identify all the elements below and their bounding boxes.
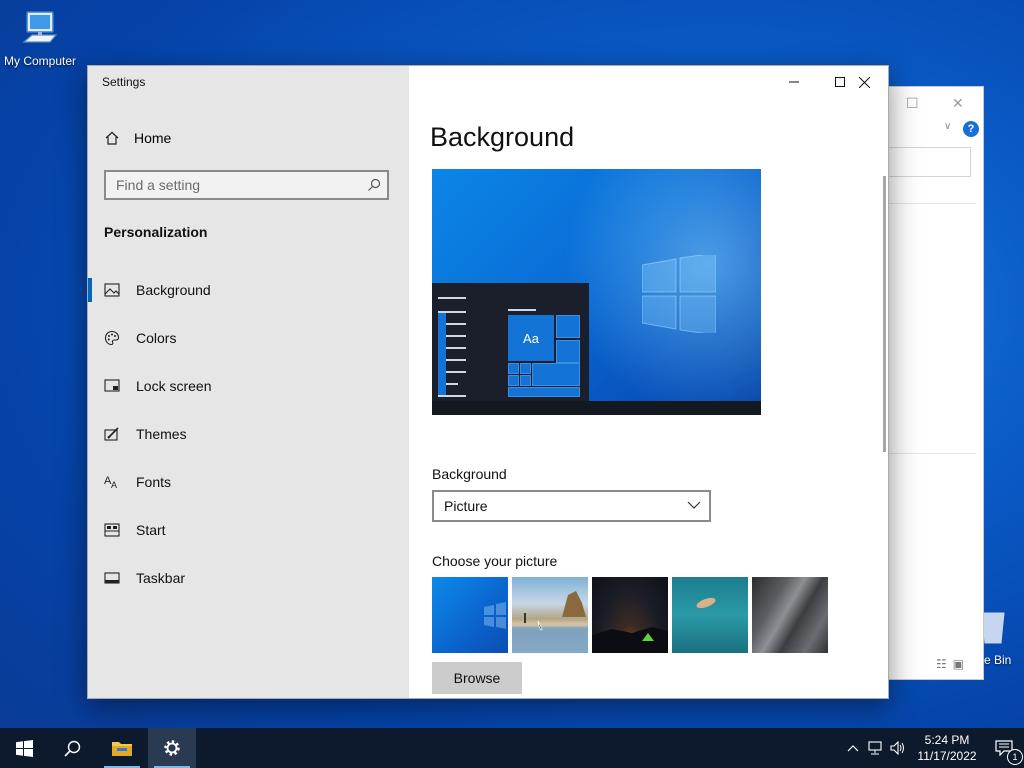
minimize-icon	[789, 81, 799, 83]
chevron-down-icon	[687, 501, 701, 509]
choose-picture-label: Choose your picture	[432, 553, 558, 569]
section-title: Personalization	[104, 224, 208, 240]
palette-icon	[104, 330, 120, 346]
desktop-preview: Aa	[432, 169, 761, 415]
home-label: Home	[134, 130, 172, 146]
fonts-icon: AA	[104, 474, 120, 490]
taskbar-icon	[104, 570, 120, 586]
thumbnail-rock-cliff[interactable]	[752, 577, 828, 653]
system-tray: 5:24 PM 11/17/2022 1	[842, 728, 1024, 768]
clock-time: 5:24 PM	[924, 733, 970, 747]
thumbnail-windows-blue[interactable]	[432, 577, 508, 653]
image-icon	[104, 282, 120, 298]
sidebar-item-themes[interactable]: Themes	[88, 410, 409, 458]
start-menu-preview: Aa	[432, 283, 589, 401]
sidebar-item-colors[interactable]: Colors	[88, 314, 409, 362]
sidebar-item-label: Background	[136, 282, 211, 298]
thumbnail-underwater[interactable]	[672, 577, 748, 653]
windows-logo-icon	[484, 602, 506, 629]
help-icon[interactable]: ?	[963, 121, 979, 137]
background-type-dropdown[interactable]: Picture	[432, 490, 711, 522]
sidebar-item-label: Start	[136, 522, 166, 538]
divider	[888, 453, 976, 454]
maximize-icon[interactable]: ☐	[906, 95, 919, 112]
sidebar-nav: Background Colors Lock screen Themes A A…	[88, 266, 409, 602]
svg-text:A: A	[111, 480, 117, 490]
search-input[interactable]	[106, 172, 376, 198]
close-button[interactable]	[841, 72, 887, 92]
sidebar-item-taskbar[interactable]: Taskbar	[88, 554, 409, 602]
page-title: Background	[430, 122, 575, 152]
chevron-down-icon[interactable]: ∨	[944, 121, 951, 132]
beach-rocks-image	[512, 591, 588, 653]
browse-button[interactable]: Browse	[432, 662, 522, 694]
file-explorer-button[interactable]	[98, 728, 146, 768]
divider	[888, 203, 976, 204]
find-setting-search[interactable]	[104, 170, 389, 200]
network-button[interactable]	[864, 741, 886, 755]
night-tent-image	[592, 627, 668, 653]
view-toggle-icons[interactable]: ☷▣	[936, 657, 970, 671]
sidebar-item-fonts[interactable]: AA Fonts	[88, 458, 409, 506]
home-icon	[105, 131, 119, 145]
volume-button[interactable]	[886, 741, 910, 755]
close-icon	[858, 76, 870, 88]
windows-logo-icon	[642, 255, 716, 333]
close-icon[interactable]: ✕	[952, 95, 964, 112]
desktop-icon-my-computer[interactable]: My Computer	[2, 8, 78, 68]
background-explorer-window: ☐ ✕ ∨ ? ☷▣	[888, 86, 984, 680]
thumbnail-beach-rocks[interactable]	[512, 577, 588, 653]
sidebar-item-background[interactable]: Background	[88, 266, 409, 314]
settings-sidebar: Settings Home Personalization Background	[88, 66, 409, 698]
clock[interactable]: 5:24 PM 11/17/2022	[910, 732, 984, 764]
thumbnail-night-sky[interactable]	[592, 577, 668, 653]
sidebar-item-label: Fonts	[136, 474, 172, 490]
search-icon	[63, 740, 80, 757]
themes-icon	[104, 426, 120, 442]
computer-icon	[22, 11, 58, 43]
sidebar-item-label: Colors	[136, 330, 177, 346]
show-hidden-icons-button[interactable]	[842, 744, 864, 752]
sidebar-item-label: Lock screen	[136, 378, 212, 394]
dropdown-value: Picture	[444, 498, 488, 514]
sidebar-item-start[interactable]: Start	[88, 506, 409, 554]
window-title: Settings	[102, 75, 146, 89]
underwater-swimmer-image	[696, 597, 716, 609]
sidebar-item-label: Themes	[136, 426, 187, 442]
chevron-up-icon	[847, 745, 859, 752]
windows-start-icon	[15, 739, 33, 757]
action-center-button[interactable]: 1	[984, 728, 1024, 768]
search-icon[interactable]	[367, 178, 381, 192]
background-label: Background	[432, 466, 507, 482]
home-link[interactable]: Home	[104, 128, 171, 148]
start-button[interactable]	[0, 728, 48, 768]
sidebar-item-label: Taskbar	[136, 570, 186, 586]
desktop-icon-label: My Computer	[3, 54, 77, 68]
speaker-icon	[890, 741, 904, 755]
start-icon	[104, 522, 120, 538]
folder-icon	[112, 742, 132, 756]
clock-date: 11/17/2022	[917, 749, 977, 763]
network-icon	[868, 741, 882, 755]
settings-window: Settings Home Personalization Background	[87, 65, 889, 699]
gear-icon	[164, 740, 180, 756]
settings-content: Background Aa Background Picture Choose …	[409, 66, 888, 698]
taskbar: 5:24 PM 11/17/2022 1	[0, 728, 1024, 768]
picture-thumbnails	[432, 577, 828, 653]
notification-count-badge: 1	[1007, 749, 1023, 765]
preview-tile: Aa	[508, 315, 554, 361]
desktop-icon-label: e Bin	[984, 653, 1012, 667]
lock-screen-icon	[104, 378, 120, 394]
sidebar-item-lock-screen[interactable]: Lock screen	[88, 362, 409, 410]
scrollbar[interactable]	[883, 176, 886, 452]
search-button[interactable]	[48, 728, 96, 768]
settings-taskbar-button[interactable]	[148, 728, 196, 768]
minimize-button[interactable]	[771, 72, 817, 92]
search-box[interactable]	[888, 147, 971, 177]
preview-taskbar	[432, 401, 761, 415]
